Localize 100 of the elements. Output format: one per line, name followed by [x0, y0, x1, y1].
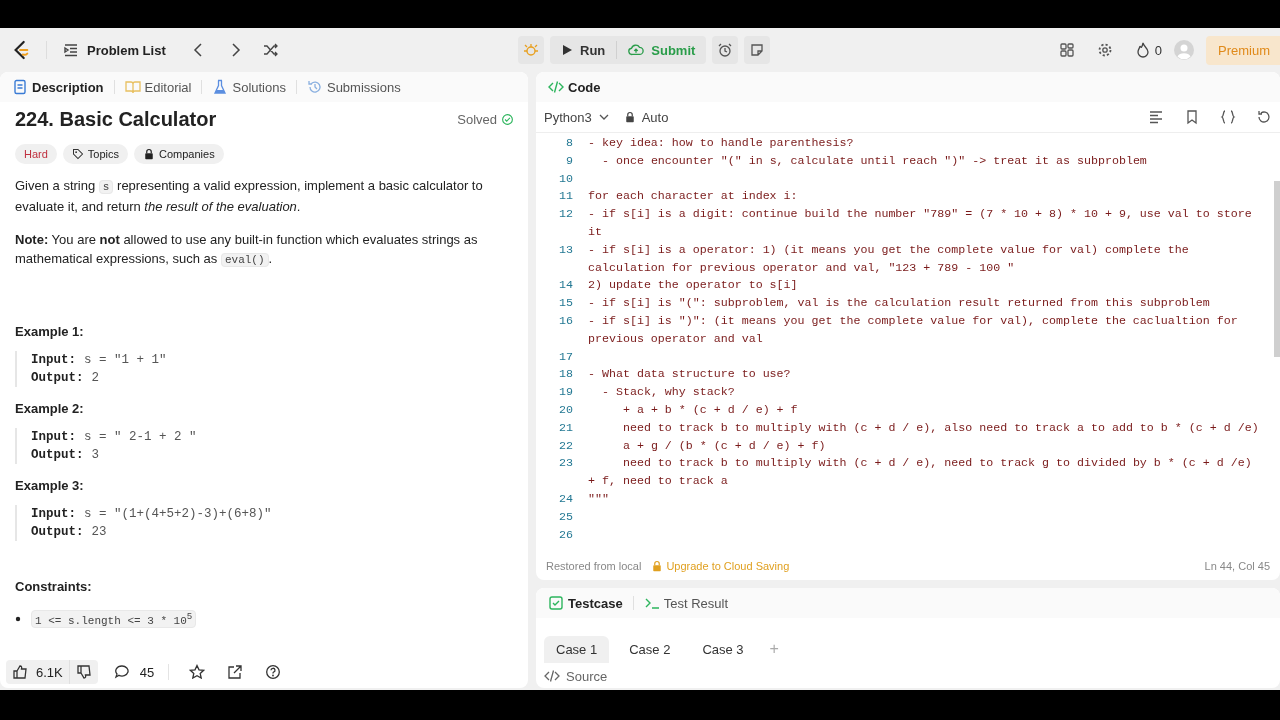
history-icon [306, 79, 323, 95]
thumbs-down-icon [75, 664, 92, 680]
code-line: """ [588, 490, 610, 507]
line-number: 17 [558, 348, 573, 365]
code-icon [548, 79, 564, 95]
braces-icon[interactable] [1220, 109, 1236, 125]
constraints-title: Constraints: [15, 579, 93, 594]
panel-tab[interactable]: Submissions [302, 79, 405, 95]
case-tab[interactable]: Case 3 [690, 635, 756, 663]
line-number: 11 [558, 188, 573, 205]
example-input-text: s = "(1+(4+5+2)-3)+(6+8)" [84, 506, 272, 523]
constraint-text: 1 <= s.length <= 3 * 10$^{5}$ [31, 610, 197, 628]
panel-tab[interactable]: Description [8, 79, 108, 95]
code-line: - if s[i] is a operator: 1) (it means you get the complete value for val) complete the calculation for previous operator and val, "123 + 789 - 100 " [588, 241, 1190, 276]
alarm-clock-icon [717, 42, 734, 58]
input-label: Input: [31, 352, 76, 369]
code-line: - if s[i] is a digit: continue build the number "789" = (7 * 10 + 8) * 10 + 9, use val to store it [588, 206, 1253, 240]
code-icon [544, 668, 560, 684]
settings-icon[interactable] [1096, 42, 1113, 58]
auto-mode-button[interactable]: Auto [623, 109, 669, 125]
dislike-button[interactable] [68, 660, 98, 684]
star-icon[interactable] [189, 664, 206, 680]
example-title: Example 3: [15, 478, 85, 493]
code-line: a + g / (b * (c + d / e) + f) [621, 437, 827, 454]
line-number: 20 [558, 401, 573, 418]
scrollbar-thumb[interactable] [1274, 181, 1280, 357]
code-tab[interactable]: Code [544, 79, 605, 95]
panel-tab[interactable]: Editorial [120, 79, 196, 95]
cloud-upload-icon [628, 42, 645, 58]
share-icon[interactable] [227, 664, 244, 680]
reset-icon[interactable] [1256, 109, 1272, 125]
panel-tab[interactable]: Solutions [208, 79, 290, 95]
line-number: 24 [558, 490, 573, 507]
lock-icon [143, 148, 156, 160]
code-line: - if s[i] is "(": subproblem, val is the calculation result returned from this subproblem [588, 295, 1211, 312]
output-label: Output: [31, 370, 84, 387]
example-title: Example 2: [15, 401, 85, 416]
panel-tab[interactable]: Testcase [544, 595, 627, 611]
line-number: 26 [558, 526, 573, 543]
case-tab[interactable]: Case 2 [617, 635, 683, 663]
restore-status: Restored from local [546, 560, 642, 572]
bookmark-icon[interactable] [1184, 109, 1200, 125]
line-number: 25 [558, 508, 573, 525]
line-number: 14 [558, 277, 573, 294]
description-text: Note: You are not allowed to use any built-in function which evaluates strings as mathematical expressions, such as eval() . [15, 231, 479, 269]
line-number: 18 [558, 366, 573, 383]
flame-icon [1134, 42, 1151, 58]
bullet-icon [15, 615, 21, 622]
example-output-text: 3 [91, 447, 100, 464]
note-button[interactable] [744, 36, 771, 64]
problem-list-button[interactable]: Problem List [63, 42, 166, 58]
solved-status: Solved [457, 111, 497, 127]
flask-icon [212, 79, 229, 95]
tag-button[interactable]: Topics [62, 144, 129, 164]
code-line: - key idea: how to handle parenthesis? [588, 135, 855, 151]
input-label: Input: [31, 429, 76, 446]
line-number: 9 [565, 152, 573, 169]
difficulty-tag[interactable]: Hard [15, 144, 57, 164]
case-tab[interactable]: Case 1 [544, 635, 610, 663]
thumbs-up-icon [12, 664, 28, 680]
line-number: 19 [558, 384, 573, 401]
line-number: 15 [558, 295, 573, 312]
input-label: Input: [31, 506, 76, 523]
line-number: 13 [558, 241, 573, 258]
example-input-text: s = "1 + 1" [84, 352, 167, 369]
code-line: - if s[i] is ")": (it means you get the complete value for val), complete the caclualtion for previous operator and val [588, 312, 1239, 347]
comment-icon[interactable] [113, 664, 130, 680]
line-number: 12 [558, 206, 573, 223]
example-output-text: 23 [91, 524, 107, 541]
code-line: - What data structure to use? [588, 366, 792, 383]
code-line: + a + b * (c + d / e) + f [621, 401, 799, 418]
streak-count: 0 [1154, 42, 1162, 58]
output-label: Output: [31, 524, 84, 541]
format-icon[interactable] [1148, 109, 1164, 125]
code-line: - Stack, why stack? [601, 384, 736, 401]
line-number: 22 [558, 437, 573, 454]
line-number: 8 [565, 135, 573, 151]
help-icon[interactable] [265, 664, 282, 680]
example-title: Example 1: [15, 324, 85, 339]
bug-icon [523, 42, 539, 58]
lock-icon [623, 111, 636, 123]
problem-title: 224. Basic Calculator [15, 107, 217, 131]
tag-button[interactable]: Companies [134, 144, 224, 164]
panel-tab[interactable]: Test Result [639, 595, 732, 611]
run-button[interactable]: Run [550, 36, 617, 64]
alarm-button[interactable] [712, 36, 739, 64]
note-icon [749, 42, 766, 58]
description-text: Given a string s representing a valid expression, implement a basic calculator to evaluate it, and return the result of the evaluation. [15, 177, 484, 216]
logo-icon[interactable] [12, 40, 30, 60]
language-dropdown[interactable]: Python3 [544, 109, 610, 125]
code-line: 2) update the operator to s[i] [588, 277, 799, 294]
like-button[interactable]: 6.1K [6, 660, 69, 684]
line-number: 16 [558, 312, 573, 329]
shuffle-icon[interactable] [262, 42, 279, 58]
example-input-text: s = " 2-1 + 2 " [84, 429, 197, 446]
example-output-text: 2 [91, 370, 100, 387]
line-number: 21 [558, 419, 573, 436]
lock-icon [651, 560, 664, 572]
code-line: need to track b to multiply with (c + d / e), also need to track a to add to b * (c + d /e) [621, 419, 1260, 436]
layout-icon[interactable] [1058, 42, 1075, 58]
